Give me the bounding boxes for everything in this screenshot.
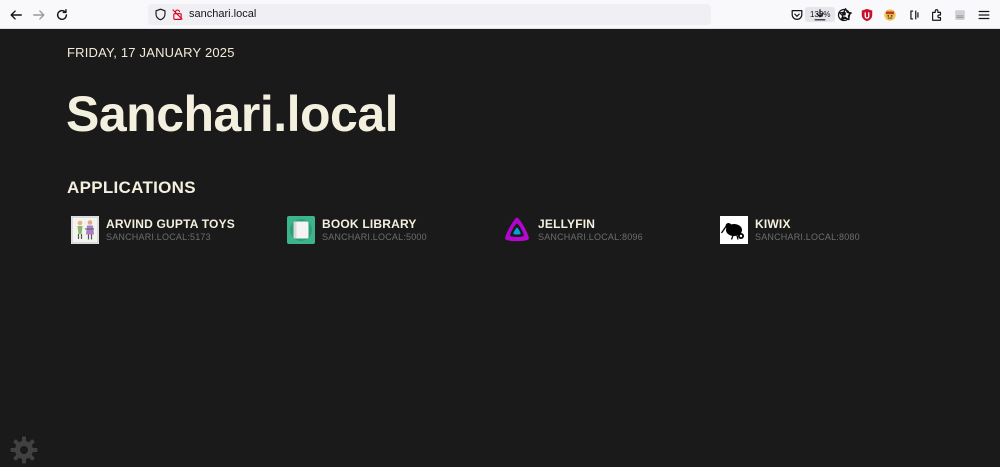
kiwix-icon (720, 216, 748, 244)
app-url: SANCHARI.LOCAL:8080 (755, 232, 860, 242)
url-bar[interactable]: sanchari.local 133% (148, 4, 852, 25)
puzzle-icon[interactable] (927, 5, 947, 25)
app-name: KIWIX (755, 217, 791, 231)
tracking-protection-icon[interactable] (154, 8, 167, 21)
app-name: ARVIND GUPTA TOYS (106, 217, 235, 231)
app-name: BOOK LIBRARY (322, 217, 417, 231)
app-arvind-gupta-toys[interactable]: ARVIND GUPTA TOYS SANCHARI.LOCAL:5173 (71, 216, 281, 246)
arvind-gupta-toys-icon (71, 216, 99, 244)
extension-avatar-icon[interactable] (880, 5, 900, 25)
extension-cl-icon[interactable] (904, 5, 924, 25)
ublock-icon[interactable] (857, 5, 877, 25)
dashboard-page: FRIDAY, 17 JANUARY 2025 Sanchari.local A… (0, 29, 1000, 467)
app-url: SANCHARI.LOCAL:5000 (322, 232, 427, 242)
back-arrow-icon[interactable] (6, 5, 26, 25)
reload-icon[interactable] (52, 5, 72, 25)
sidebar-icon[interactable] (950, 5, 970, 25)
gear-icon[interactable] (9, 435, 39, 465)
app-name: JELLYFIN (538, 217, 596, 231)
site-info-icon[interactable] (171, 8, 184, 21)
browser-toolbar: sanchari.local 133% (0, 0, 1000, 29)
app-url: SANCHARI.LOCAL:5173 (106, 232, 211, 242)
jellyfin-icon (505, 217, 529, 242)
url-text[interactable]: sanchari.local (189, 7, 256, 22)
pocket-icon[interactable] (787, 5, 807, 25)
book-library-icon (287, 216, 315, 244)
forward-arrow-icon[interactable] (29, 5, 49, 25)
app-book-library[interactable]: BOOK LIBRARY SANCHARI.LOCAL:5000 (287, 216, 497, 246)
app-jellyfin[interactable]: JELLYFIN SANCHARI.LOCAL:8096 (503, 216, 713, 246)
hamburger-menu-icon[interactable] (974, 5, 994, 25)
current-date: FRIDAY, 17 JANUARY 2025 (67, 45, 235, 60)
account-icon[interactable] (834, 5, 854, 25)
app-url: SANCHARI.LOCAL:8096 (538, 232, 643, 242)
applications-heading: APPLICATIONS (67, 178, 196, 197)
download-icon[interactable] (810, 5, 830, 25)
page-title: Sanchari.local (66, 86, 399, 142)
app-kiwix[interactable]: KIWIX SANCHARI.LOCAL:8080 (720, 216, 930, 246)
